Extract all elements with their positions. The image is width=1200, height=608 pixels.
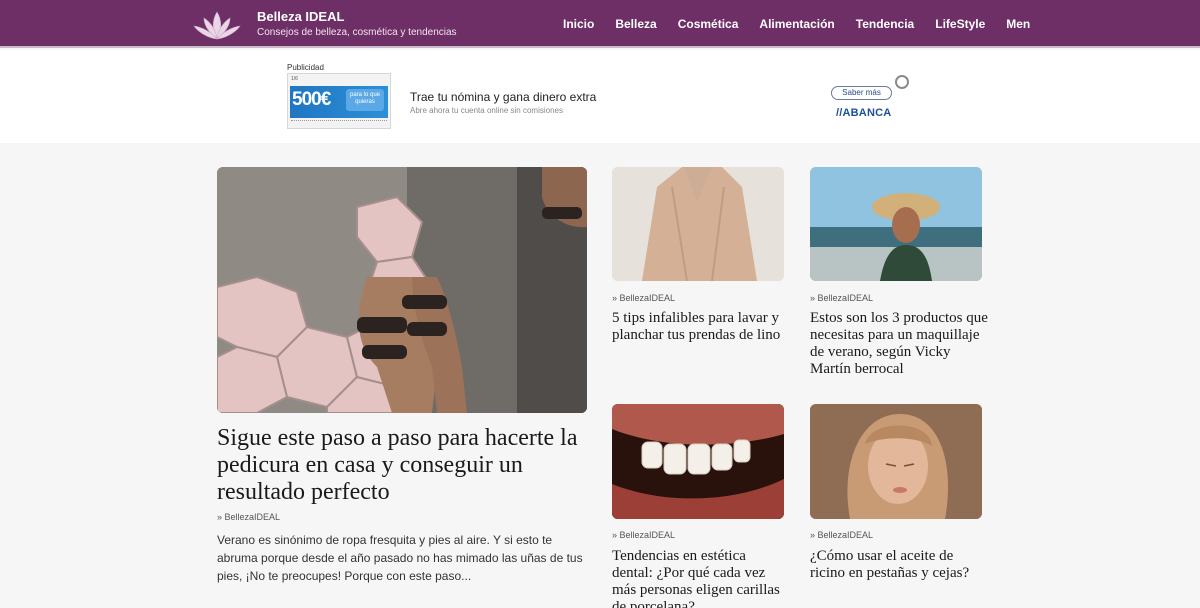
- article-title-ricino[interactable]: ¿Cómo usar el aceite de ricino en pestañ…: [810, 548, 988, 582]
- article-title-maquillaje[interactable]: Estos son los 3 productos que necesitas …: [810, 310, 988, 378]
- ad-thumb-fineprint: 1/6: [291, 76, 298, 82]
- article-category[interactable]: » BellezaIDEAL: [612, 293, 675, 303]
- ad-info-icon[interactable]: [895, 75, 909, 89]
- ad-thumbnail[interactable]: 1/6 500€ para lo que quieras: [287, 73, 391, 129]
- article-image-dental[interactable]: [612, 404, 784, 519]
- nav-item-inicio[interactable]: Inicio: [563, 17, 594, 31]
- ad-thumb-tag: para lo que quieras: [346, 89, 384, 111]
- article-category[interactable]: » BellezaIDEAL: [612, 530, 675, 540]
- ad-label: Publicidad: [287, 63, 324, 72]
- nav-item-alimentacion[interactable]: Alimentación: [759, 17, 834, 31]
- ad-brand-logo[interactable]: //ABANCA: [836, 107, 891, 119]
- woman-sunhat-photo-icon: [810, 167, 982, 281]
- article-category[interactable]: » BellezaIDEAL: [810, 530, 873, 540]
- article-title-lino[interactable]: 5 tips infalibles para lavar y planchar …: [612, 310, 790, 344]
- ad-banner[interactable]: Publicidad 1/6 500€ para lo que quieras …: [0, 50, 1200, 143]
- woman-portrait-photo-icon: [810, 404, 982, 519]
- main-nav: Inicio Belleza Cosmética Alimentación Te…: [563, 17, 1051, 31]
- nav-item-lifestyle[interactable]: LifeStyle: [935, 17, 985, 31]
- linen-shirt-photo-icon: [612, 167, 784, 281]
- nav-item-belleza[interactable]: Belleza: [615, 17, 656, 31]
- nav-item-cosmetica[interactable]: Cosmética: [678, 17, 739, 31]
- site-tagline: Consejos de belleza, cosmética y tendenc…: [257, 27, 457, 38]
- smile-teeth-photo-icon: [612, 404, 784, 519]
- article-excerpt-pedicura: Verano es sinónimo de ropa fresquita y p…: [217, 533, 583, 583]
- site-header: Belleza IDEAL Consejos de belleza, cosmé…: [0, 0, 1200, 48]
- ad-cta-button[interactable]: Saber más: [831, 86, 892, 100]
- site-title[interactable]: Belleza IDEAL: [257, 9, 344, 24]
- article-image-maquillaje[interactable]: [810, 167, 982, 281]
- lotus-logo-icon[interactable]: [192, 8, 242, 42]
- article-category[interactable]: » BellezaIDEAL: [217, 512, 280, 522]
- ad-headline[interactable]: Trae tu nómina y gana dinero extra: [410, 90, 596, 104]
- article-image-pedicura[interactable]: [217, 167, 587, 413]
- article-image-ricino[interactable]: [810, 404, 982, 519]
- ad-thumb-footer: [291, 120, 387, 125]
- ad-thumb-amount: 500€: [292, 89, 331, 110]
- ad-subline: Abre ahora tu cuenta online sin comision…: [410, 106, 563, 115]
- article-title-pedicura[interactable]: Sigue este paso a paso para hacerte la p…: [217, 425, 587, 506]
- article-image-lino[interactable]: [612, 167, 784, 281]
- feet-sandals-photo-icon: [217, 167, 587, 413]
- nav-item-men[interactable]: Men: [1006, 17, 1030, 31]
- nav-item-tendencia[interactable]: Tendencia: [856, 17, 914, 31]
- article-title-dental[interactable]: Tendencias en estética dental: ¿Por qué …: [612, 548, 790, 608]
- article-category[interactable]: » BellezaIDEAL: [810, 293, 873, 303]
